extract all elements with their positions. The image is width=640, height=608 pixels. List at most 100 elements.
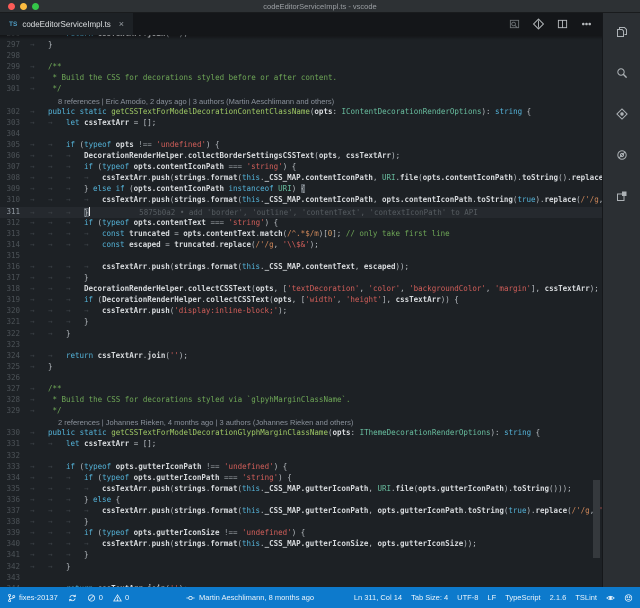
code-line-330[interactable]: 330→public static getCSSTextForModelDeco… [0,428,602,439]
line-number[interactable]: 303 [0,118,30,129]
line-number[interactable]: 319 [0,295,30,306]
line-number[interactable]: 310 [0,195,30,206]
line-number[interactable]: 328 [0,395,30,406]
line-number[interactable]: 335 [0,484,30,495]
code-line-333[interactable]: 333→→if (typeof opts.gutterIconPath !== … [0,462,602,473]
line-number[interactable]: 336 [0,495,30,506]
code-line-300[interactable]: 300→ * Build the CSS for decorations sty… [0,73,602,84]
line-number[interactable]: 300 [0,73,30,84]
code-line-343[interactable]: 343 [0,573,602,584]
line-number[interactable]: 334 [0,473,30,484]
line-number[interactable]: 308 [0,173,30,184]
line-number[interactable]: 309 [0,184,30,195]
code-line-308[interactable]: 308→→→→cssTextArr.push(strings.format(th… [0,173,602,184]
code-line-317[interactable]: 317→→→} [0,273,602,284]
status-item[interactable]: 2.1.6 [550,593,567,602]
status-item[interactable]: Tab Size: 4 [411,593,448,602]
status-item[interactable]: TypeScript [505,593,540,602]
line-number[interactable]: 305 [0,140,30,151]
line-number[interactable]: 307 [0,162,30,173]
line-number[interactable]: 338 [0,517,30,528]
code-line-323[interactable]: 323 [0,340,602,351]
code-line-313[interactable]: 313→→→→const truncated = opts.contentTex… [0,229,602,240]
line-number[interactable]: 330 [0,428,30,439]
line-number[interactable]: 313 [0,229,30,240]
code-line-336[interactable]: 336→→→} else { [0,495,602,506]
status-item[interactable]: TSLint [575,593,597,602]
status-item-warning[interactable]: 0 [113,593,129,602]
tab-close-icon[interactable]: × [119,19,124,29]
status-item-feedback-smiley[interactable] [624,593,633,602]
line-number[interactable]: 327 [0,384,30,395]
code-line-318[interactable]: 318→→→DecorationRenderHelper.collectCSST… [0,284,602,295]
line-number[interactable]: 325 [0,362,30,373]
code-line-315[interactable]: 315 [0,251,602,262]
line-number[interactable]: 343 [0,573,30,584]
git-compare-icon[interactable] [533,19,544,30]
code-line-342[interactable]: 342→→} [0,562,602,573]
line-number[interactable]: 318 [0,284,30,295]
line-number[interactable]: 323 [0,340,30,351]
source-control-icon[interactable] [613,105,630,122]
line-number[interactable]: 332 [0,451,30,462]
code-line-338[interactable]: 338→→→} [0,517,602,528]
code-line-327[interactable]: 327→/** [0,384,602,395]
code-line-299[interactable]: 299→/** [0,62,602,73]
line-number[interactable]: 340 [0,539,30,550]
code-line-324[interactable]: 324→→return cssTextArr.join(''); [0,351,602,362]
code-line-331[interactable]: 331→→let cssTextArr = []; [0,439,602,450]
code-line-339[interactable]: 339→→→if (typeof opts.gutterIconSize !==… [0,528,602,539]
line-number[interactable]: 301 [0,84,30,95]
code-line-340[interactable]: 340→→→→cssTextArr.push(strings.format(th… [0,539,602,550]
extensions-icon[interactable] [613,187,630,204]
code-line-326[interactable]: 326 [0,373,602,384]
line-number[interactable]: 341 [0,550,30,561]
code-editor[interactable]: 296→→return cssTextArr.join('');297→}298… [0,35,602,587]
line-number[interactable]: 297 [0,40,30,51]
close-window-button[interactable] [8,3,15,10]
code-line-311[interactable]: 311→→→} 5875b0a2 • add 'border', 'outlin… [0,207,602,218]
status-item[interactable]: LF [487,593,496,602]
status-item[interactable]: Ln 311, Col 14 [354,593,402,602]
code-line-312[interactable]: 312→→→if (typeof opts.contentText === 's… [0,218,602,229]
split-editor-icon[interactable] [557,19,568,30]
code-line-301[interactable]: 301→ */ [0,84,602,95]
tab-codeEditorServiceImpl[interactable]: TS codeEditorServiceImpl.ts × [0,13,133,35]
line-number[interactable]: 299 [0,62,30,73]
open-preview-icon[interactable] [509,19,520,30]
code-line-297[interactable]: 297→} [0,40,602,51]
line-number[interactable]: 315 [0,251,30,262]
line-number[interactable]: 320 [0,306,30,317]
line-number[interactable]: 326 [0,373,30,384]
code-line-335[interactable]: 335→→→→cssTextArr.push(strings.format(th… [0,484,602,495]
codelens-annotation[interactable]: 2 references | Johannes Rieken, 4 months… [0,417,602,428]
codelens-annotation[interactable]: 8 references | Eric Amodio, 2 days ago |… [0,96,602,107]
status-item-eye[interactable] [606,593,615,602]
code-line-310[interactable]: 310→→→→cssTextArr.push(strings.format(th… [0,195,602,206]
debug-icon[interactable] [613,146,630,163]
git-blame-status[interactable]: Martin Aeschlimann, 8 months ago [186,593,314,602]
code-line-329[interactable]: 329→ */ [0,406,602,417]
code-line-309[interactable]: 309→→→} else if (opts.contentIconPath in… [0,184,602,195]
status-item-error[interactable]: 0 [87,593,103,602]
code-line-325[interactable]: 325→} [0,362,602,373]
maximize-window-button[interactable] [32,3,39,10]
search-icon[interactable] [613,64,630,81]
code-line-316[interactable]: 316→→→→cssTextArr.push(strings.format(th… [0,262,602,273]
line-number[interactable]: 306 [0,151,30,162]
code-line-320[interactable]: 320→→→→cssTextArr.push('display:inline-b… [0,306,602,317]
code-line-298[interactable]: 298 [0,51,602,62]
code-line-304[interactable]: 304 [0,129,602,140]
code-line-305[interactable]: 305→→if (typeof opts !== 'undefined') { [0,140,602,151]
code-line-328[interactable]: 328→ * Build the CSS for decorations sty… [0,395,602,406]
vertical-scrollbar[interactable] [593,480,600,558]
status-item-sync[interactable] [68,593,77,602]
line-number[interactable]: 329 [0,406,30,417]
code-line-334[interactable]: 334→→→if (typeof opts.gutterIconPath ===… [0,473,602,484]
status-item-git-branch[interactable]: fixes-20137 [7,593,58,602]
code-line-306[interactable]: 306→→→DecorationRenderHelper.collectBord… [0,151,602,162]
minimize-window-button[interactable] [20,3,27,10]
line-number[interactable]: 337 [0,506,30,517]
code-line-302[interactable]: 302→public static getCSSTextForModelDeco… [0,107,602,118]
explorer-icon[interactable] [613,23,630,40]
